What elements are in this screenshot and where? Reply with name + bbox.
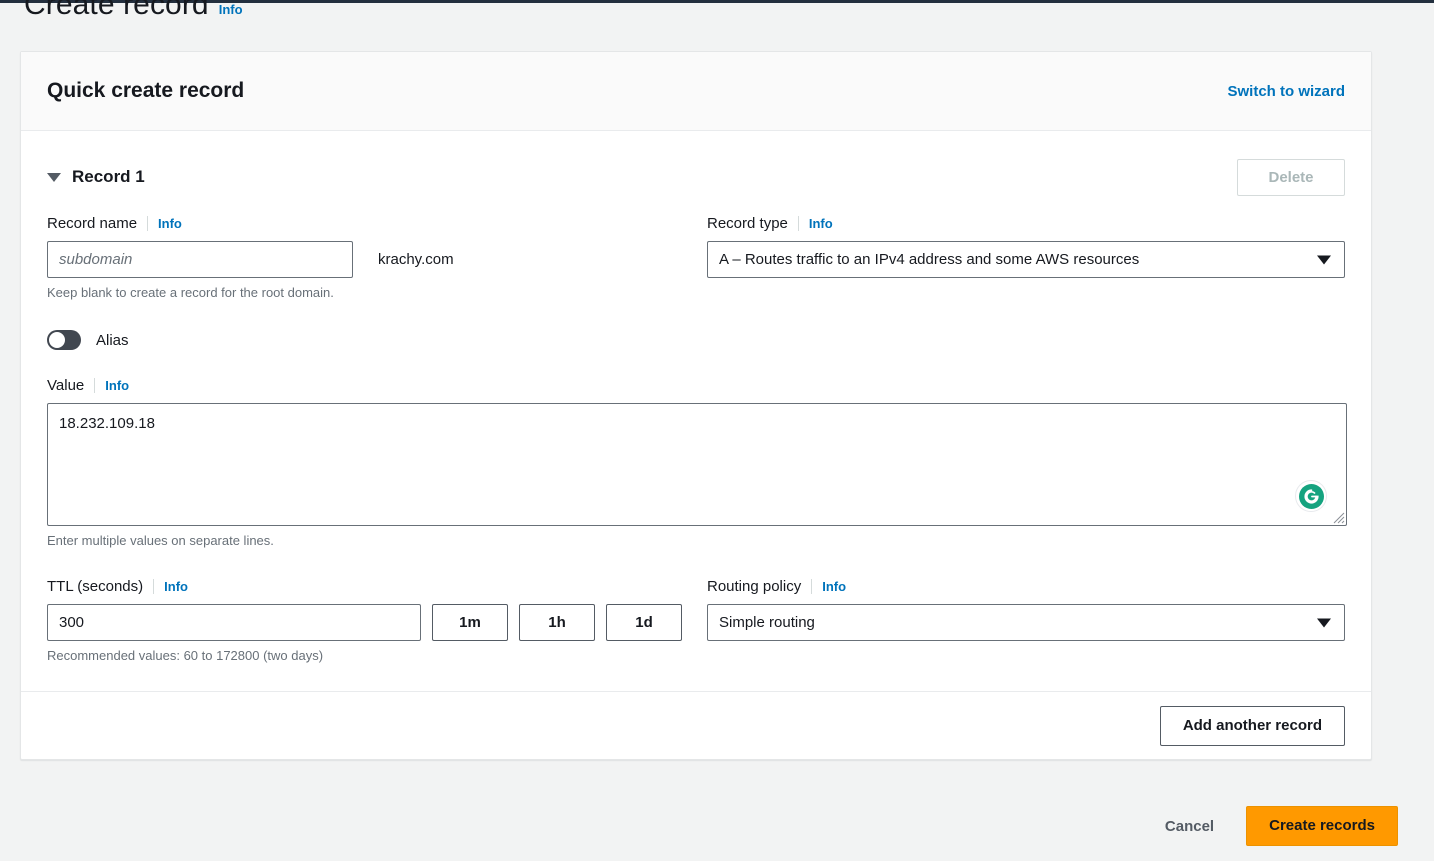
page-title-row: Create record Info [24,0,243,22]
page-info-link[interactable]: Info [219,2,243,17]
routing-policy-group: Routing policy Info Simple routing [707,576,1345,665]
switch-to-wizard-link[interactable]: Switch to wizard [1227,83,1345,100]
alias-label: Alias [96,331,129,349]
name-and-type-row: Record name Info krachy.com Keep blank t… [47,213,1345,302]
ttl-info-link[interactable]: Info [164,579,188,594]
label-divider [153,578,155,594]
alias-toggle[interactable] [47,330,81,350]
create-records-button[interactable]: Create records [1246,806,1398,846]
label-divider [797,215,799,231]
record-type-select[interactable]: A – Routes traffic to an IPv4 address an… [707,241,1345,278]
label-divider [811,578,813,594]
ttl-group: TTL (seconds) Info 1m 1h 1d Recommended … [47,576,703,665]
record-name-domain-suffix: krachy.com [378,251,454,268]
grammarly-icon[interactable] [1295,480,1327,512]
label-divider [94,377,96,393]
ttl-input[interactable] [47,604,421,641]
add-another-record-button[interactable]: Add another record [1159,705,1345,746]
record-type-label: Record type [707,214,788,232]
delete-record-button[interactable]: Delete [1237,158,1345,196]
quick-create-record-card: Quick create record Switch to wizard Rec… [20,51,1372,760]
value-info-link[interactable]: Info [105,378,129,393]
label-divider [147,215,149,231]
ttl-preset-1h[interactable]: 1h [519,604,595,641]
record-type-info-link[interactable]: Info [809,216,833,231]
record-header-label: Record 1 [72,167,145,186]
record-name-input[interactable] [47,241,353,278]
record-name-group: Record name Info krachy.com Keep blank t… [47,213,703,302]
ttl-hint: Recommended values: 60 to 172800 (two da… [47,648,324,663]
page-title: Create record [24,0,209,21]
record-name-info-link[interactable]: Info [158,216,182,231]
ttl-preset-1d[interactable]: 1d [606,604,682,641]
value-group: Value Info Enter multi [47,375,1347,550]
record-name-hint: Keep blank to create a record for the ro… [47,285,334,300]
alias-toggle-knob [49,332,65,348]
page-action-bar: Cancel Create records [0,806,1434,846]
alias-toggle-row: Alias [47,330,1345,350]
ttl-label: TTL (seconds) [47,577,144,595]
expand-collapse-caret-icon[interactable] [47,172,61,182]
card-header: Quick create record Switch to wizard [21,52,1371,131]
record-name-label: Record name [47,214,138,232]
value-hint: Enter multiple values on separate lines. [47,533,274,548]
ttl-preset-1m[interactable]: 1m [432,604,508,641]
cancel-button[interactable]: Cancel [1159,806,1220,846]
routing-policy-select[interactable]: Simple routing [707,604,1345,641]
routing-policy-label: Routing policy [707,577,802,595]
card-footer: Add another record [21,691,1371,759]
value-label: Value [47,376,85,394]
record-header-row: Record 1 Delete [47,155,1345,199]
ttl-and-routing-row: TTL (seconds) Info 1m 1h 1d Recommended … [47,576,1345,665]
record-type-group: Record type Info A – Routes traffic to a… [707,213,1345,302]
record-section: Record 1 Delete Record name Info krachy.… [21,131,1371,691]
value-textarea[interactable] [47,403,1347,526]
card-title: Quick create record [47,79,245,102]
routing-policy-info-link[interactable]: Info [822,579,846,594]
